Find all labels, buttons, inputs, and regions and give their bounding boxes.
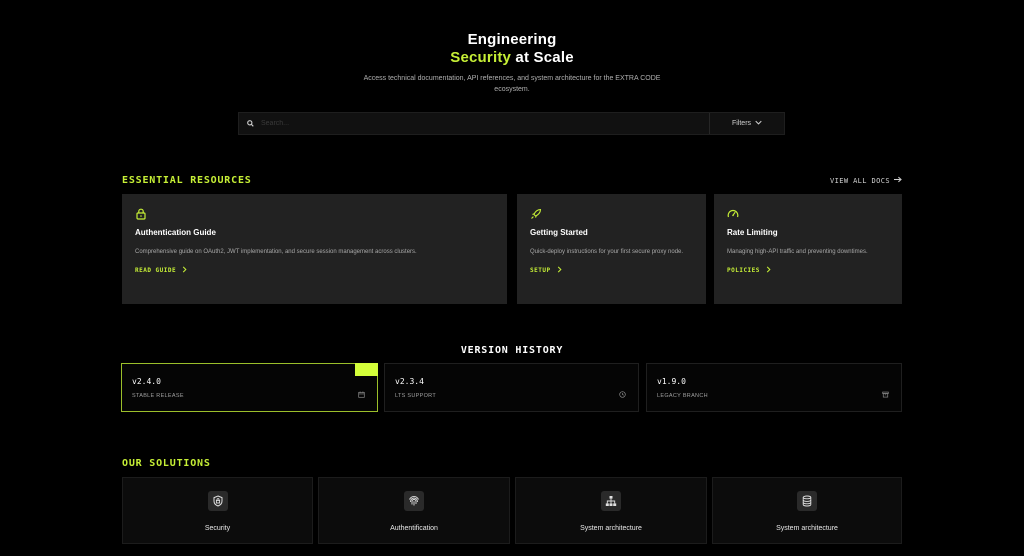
resource-card-title: Getting Started xyxy=(530,228,588,237)
essential-resources-title: ESSENTIAL RESOURCES xyxy=(122,175,252,186)
solution-label: Security xyxy=(204,525,231,532)
policies-link[interactable]: POLICIES xyxy=(727,266,889,275)
hero-title-accent: Security xyxy=(450,49,512,66)
filters-button[interactable]: Filters xyxy=(709,113,784,134)
version-card-v2-3-4[interactable]: v2.3.4 LTS SUPPORT xyxy=(384,363,639,412)
solution-label: System architecture xyxy=(776,525,838,532)
search-bar: Filters xyxy=(238,112,785,135)
version-card-v1-9-0[interactable]: v1.9.0 LEGACY BRANCH xyxy=(646,363,902,412)
resource-card-getting-started[interactable]: Getting Started Quick-deploy instruction… xyxy=(517,194,706,304)
hero-title-line2: Security at Scale xyxy=(0,49,1024,67)
solution-card-system-architecture-2[interactable]: System architecture xyxy=(712,477,902,544)
read-guide-label: READ GUIDE xyxy=(135,267,177,274)
clock-icon xyxy=(619,385,626,403)
fingerprint-icon xyxy=(404,491,424,511)
setup-link[interactable]: SETUP xyxy=(530,266,693,275)
solution-label: Authentification xyxy=(390,525,438,532)
setup-label: SETUP xyxy=(530,267,551,274)
resource-card-authentication[interactable]: Authentication Guide Comprehensive guide… xyxy=(122,194,507,304)
chevron-right-icon xyxy=(182,266,187,275)
version-label: STABLE RELEASE xyxy=(132,393,184,399)
resource-card-title: Rate Limiting xyxy=(727,228,778,237)
shield-icon xyxy=(207,491,228,511)
version-history-title: VERSION HISTORY xyxy=(460,345,564,356)
hero-title-line1: Engineering xyxy=(467,31,557,48)
arrow-right-icon xyxy=(894,176,902,185)
chevron-right-icon xyxy=(557,266,562,275)
search-icon xyxy=(243,120,257,127)
version-number: v2.4.0 xyxy=(132,377,161,386)
rocket-icon xyxy=(530,207,542,219)
calendar-icon xyxy=(358,385,365,403)
filters-label: Filters xyxy=(731,120,752,127)
database-icon xyxy=(797,491,817,511)
version-card-v2-4-0[interactable]: v2.4.0 STABLE RELEASE xyxy=(121,363,378,412)
version-label: LTS SUPPORT xyxy=(395,393,436,399)
view-all-docs-label: VIEW ALL DOCS xyxy=(830,176,890,185)
solution-card-authentification[interactable]: Authentification xyxy=(318,477,510,544)
chevron-down-icon xyxy=(755,120,762,127)
network-icon xyxy=(601,491,621,511)
resource-card-description: Managing high-API traffic and preventing… xyxy=(727,249,868,255)
resource-card-rate-limiting[interactable]: Rate Limiting Managing high-API traffic … xyxy=(714,194,902,304)
our-solutions-title: OUR SOLUTIONS xyxy=(122,458,211,469)
policies-label: POLICIES xyxy=(727,267,760,274)
view-all-docs-link[interactable]: VIEW ALL DOCS xyxy=(830,176,902,185)
lock-icon xyxy=(135,207,147,220)
gauge-icon xyxy=(727,207,739,219)
active-version-badge xyxy=(355,363,378,376)
version-number: v1.9.0 xyxy=(657,377,686,386)
chevron-right-icon xyxy=(766,266,771,275)
page-title: Engineering Security at Scale xyxy=(0,31,1024,67)
solution-label: System architecture xyxy=(580,525,642,532)
resource-card-title: Authentication Guide xyxy=(135,228,216,237)
hero-subtitle: Access technical documentation, API refe… xyxy=(363,75,661,93)
version-label: LEGACY BRANCH xyxy=(657,393,708,399)
archive-icon xyxy=(882,385,889,403)
resource-card-description: Comprehensive guide on OAuth2, JWT imple… xyxy=(135,249,417,255)
version-number: v2.3.4 xyxy=(395,377,424,386)
solution-card-security[interactable]: Security xyxy=(122,477,313,544)
search-input[interactable] xyxy=(257,113,709,134)
hero-title-rest: at Scale xyxy=(511,49,574,66)
solution-card-system-architecture[interactable]: System architecture xyxy=(515,477,707,544)
resource-card-description: Quick-deploy instructions for your first… xyxy=(530,249,684,255)
read-guide-link[interactable]: READ GUIDE xyxy=(135,266,494,275)
